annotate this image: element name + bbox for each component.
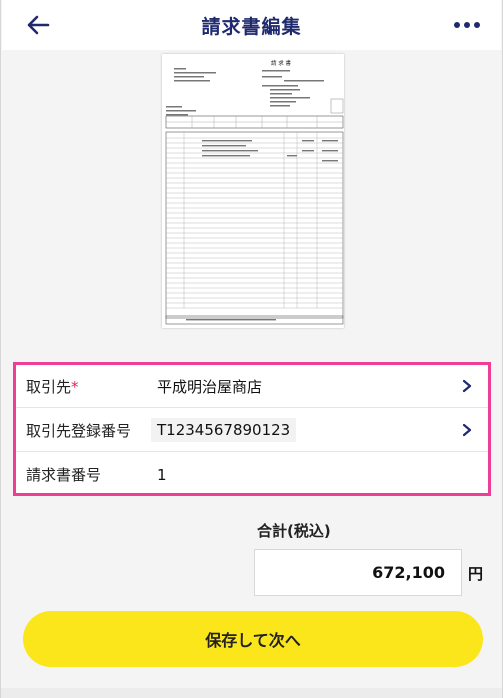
invoice-preview-area: 請 求 書: [2, 50, 501, 330]
invoice-number-label: 請求書番号: [26, 466, 102, 484]
registration-number-label: 取引先登録番号: [26, 421, 132, 440]
save-and-next-button[interactable]: 保存して次へ: [23, 611, 483, 667]
invoice-doc-title: 請 求 書: [271, 59, 291, 67]
registration-number-value: T1234567890123: [151, 418, 297, 442]
invoice-number-row[interactable]: 請求書番号 1: [16, 453, 488, 496]
partner-label-text: 取引先: [26, 377, 72, 396]
partner-label: 取引先*: [26, 376, 79, 397]
page-title: 請求書編集: [201, 15, 302, 38]
back-button[interactable]: [20, 10, 56, 40]
more-menu-button[interactable]: [449, 10, 485, 40]
invoice-document-image[interactable]: 請 求 書: [162, 54, 344, 328]
invoice-details-card: 取引先* 平成明治屋商店 取引先登録番号 T1234567890123 請求書番…: [13, 362, 491, 496]
invoice-number-value: 1: [157, 465, 167, 484]
partner-row[interactable]: 取引先* 平成明治屋商店: [16, 365, 488, 408]
app-frame: 請求書編集 請 求 書 取引先* 平成明治屋商店 取引先登録番号 T123456…: [0, 0, 503, 698]
registration-number-row[interactable]: 取引先登録番号 T1234567890123: [16, 409, 488, 452]
partner-value: 平成明治屋商店: [157, 377, 263, 396]
chevron-right-icon[interactable]: [460, 378, 474, 394]
bottom-strip: [1, 688, 502, 698]
required-mark: *: [71, 377, 79, 396]
arrow-left-icon: [27, 15, 50, 35]
currency-unit: 円: [468, 565, 484, 583]
chevron-right-icon[interactable]: [460, 422, 474, 438]
invoice-document-drawing: 請 求 書: [162, 54, 344, 328]
header-bar: 請求書編集: [2, 0, 501, 50]
total-amount-field[interactable]: 672,100: [254, 549, 462, 596]
more-horizontal-icon: [454, 22, 480, 28]
total-label: 合計(税込): [257, 522, 331, 540]
